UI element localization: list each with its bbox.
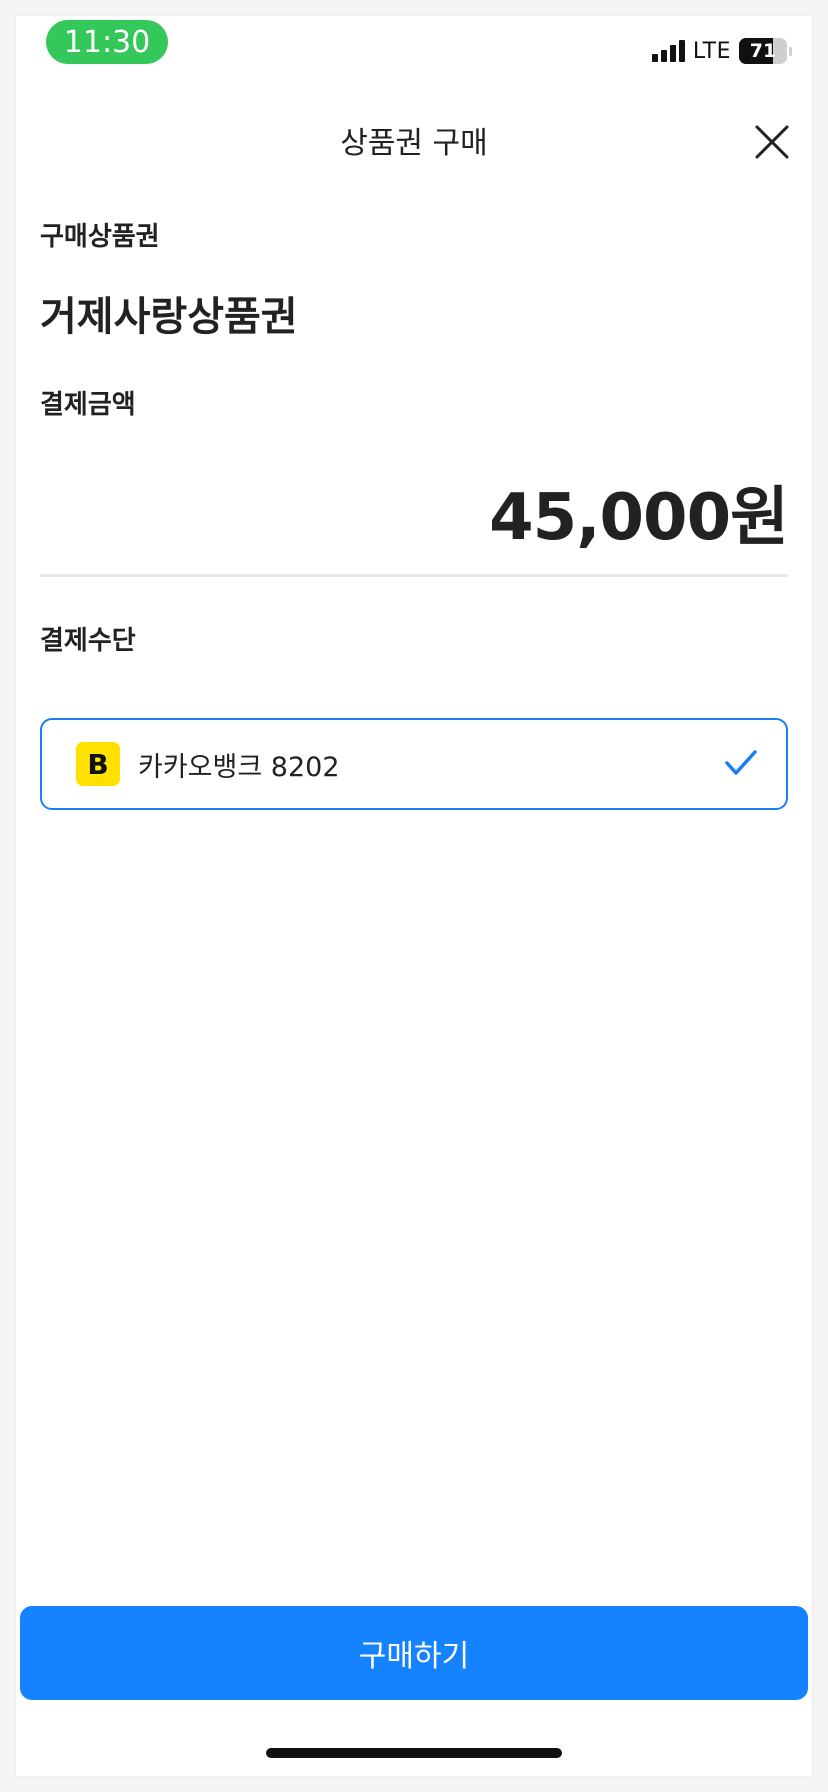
product-name: 거제사랑상품권 bbox=[40, 294, 298, 340]
kakaobank-logo-icon: B bbox=[76, 742, 120, 786]
home-indicator bbox=[266, 1748, 562, 1758]
payment-method-option[interactable]: B 카카오뱅크 8202 bbox=[40, 718, 788, 810]
signal-icon bbox=[651, 40, 685, 62]
amount-label: 결제금액 bbox=[40, 390, 136, 420]
product-label: 구매상품권 bbox=[40, 222, 160, 252]
network-type: LTE bbox=[692, 38, 731, 64]
close-button[interactable] bbox=[746, 116, 798, 168]
payment-method-name: 카카오뱅크 8202 bbox=[138, 751, 340, 783]
close-icon bbox=[755, 125, 789, 159]
status-indicators: LTE 71 bbox=[651, 36, 792, 66]
logo-letter: B bbox=[87, 749, 108, 779]
status-time: 11:30 bbox=[46, 20, 168, 64]
payment-method-label: 결제수단 bbox=[40, 626, 136, 656]
page-title: 상품권 구매 bbox=[340, 126, 488, 161]
buy-button[interactable]: 구매하기 bbox=[20, 1606, 808, 1700]
battery-cap bbox=[789, 46, 792, 56]
kakaobank-b-glyph: B bbox=[87, 749, 108, 779]
purchase-screen: 11:30 LTE 71 상품권 구매 구매상품권 거제사랑상품권 결제금액 4… bbox=[16, 16, 812, 1776]
battery-icon: 71 bbox=[739, 38, 787, 64]
check-icon bbox=[725, 750, 757, 775]
battery-level: 71 bbox=[749, 40, 777, 62]
divider bbox=[40, 574, 788, 577]
payment-amount: 45,000원 bbox=[489, 481, 789, 555]
